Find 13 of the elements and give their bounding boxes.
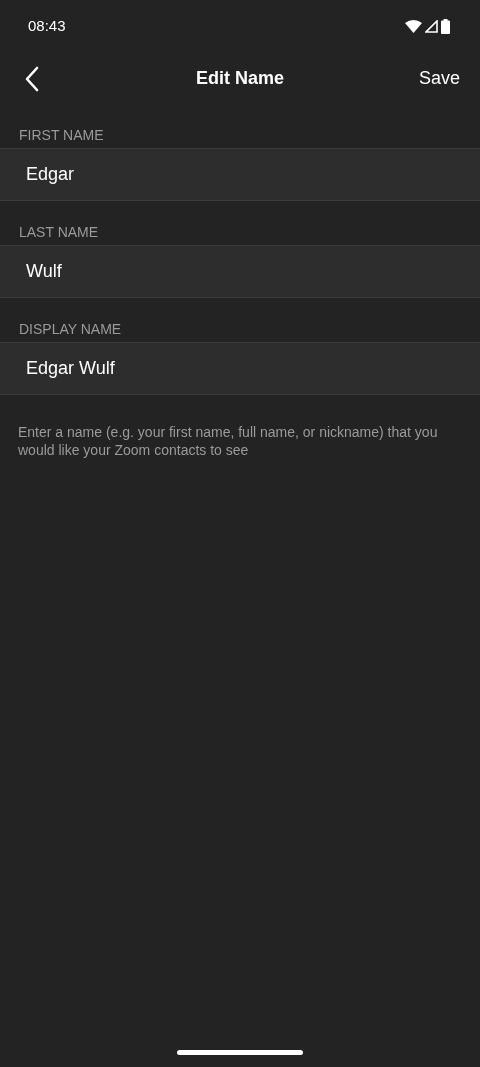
signal-icon <box>425 19 438 33</box>
battery-icon <box>441 18 450 34</box>
status-time: 08:43 <box>28 15 66 36</box>
input-field[interactable]: Edgar <box>0 148 480 201</box>
save-button[interactable]: Save <box>418 65 460 92</box>
field-label: DISPLAY NAME <box>18 322 123 337</box>
field-label: FIRST NAME <box>18 128 105 143</box>
input-field[interactable]: Edgar Wulf <box>0 342 480 395</box>
field-label: LAST NAME <box>18 225 100 240</box>
wifi-icon <box>405 19 422 33</box>
help-text: Enter a name (e.g. your first name, full name, or nickname) that you would like your Zoom contacts to see <box>17 423 439 459</box>
input-field[interactable]: Wulf <box>0 245 480 298</box>
screen-title: Edit Name <box>196 67 284 90</box>
